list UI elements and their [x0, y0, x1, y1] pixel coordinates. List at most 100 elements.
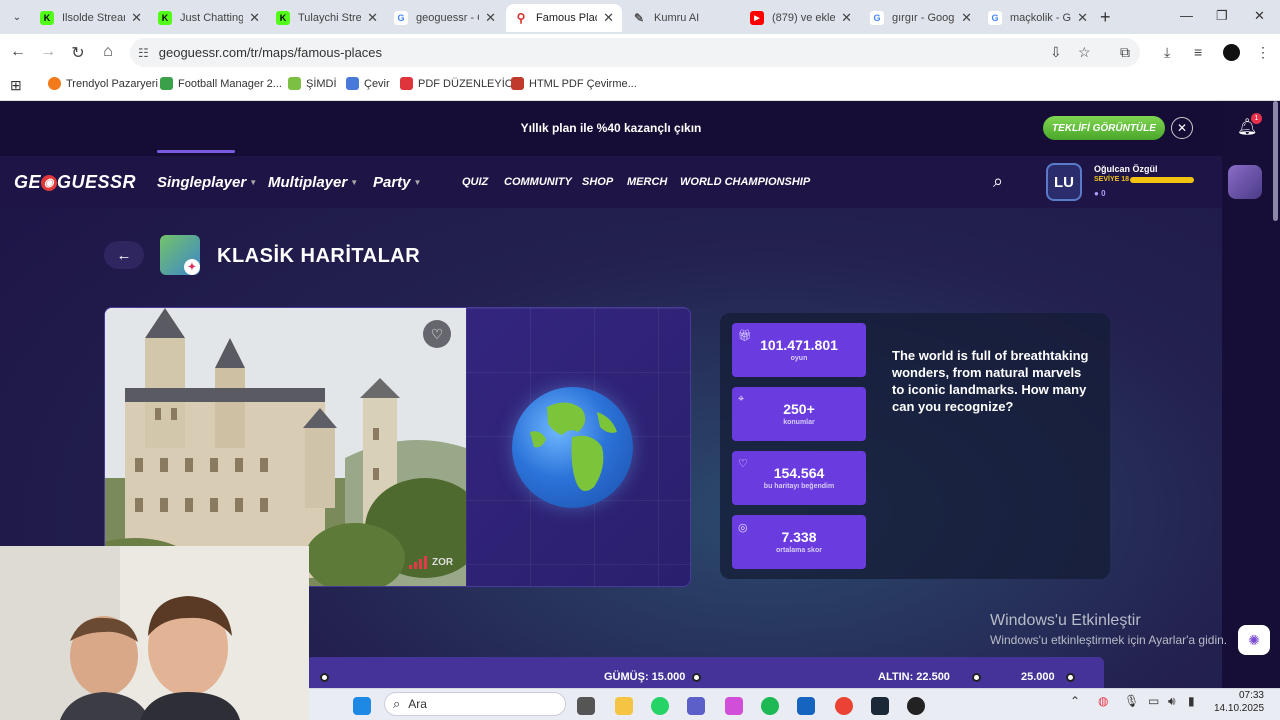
tab-famous-places[interactable]: ⚲ Famous Places✕	[506, 4, 622, 32]
close-tab-icon[interactable]: ✕	[841, 10, 852, 26]
promo-banner: Yıllık plan ile %40 kazançlı çıkın TEKLİ…	[0, 101, 1222, 156]
spotify-icon[interactable]	[761, 697, 779, 715]
simdi-icon	[288, 77, 301, 90]
profile-avatar[interactable]	[1223, 44, 1240, 61]
tab-kumru-ai[interactable]: ✎ Kumru AI	[624, 4, 742, 32]
back-arrow-icon[interactable]: ←	[8, 43, 28, 61]
bookmark-pdf-duzenleyici[interactable]: PDF DÜZENLEYİCİ	[400, 77, 516, 90]
tray-chevron-icon[interactable]: ⌃	[1070, 694, 1080, 708]
tab-tulaychi[interactable]: K Tulaychi Stream✕	[268, 4, 386, 32]
active-nav-underline	[157, 150, 235, 153]
difficulty-bars-icon	[409, 556, 427, 569]
install-app-icon[interactable]: ⇩	[1050, 44, 1062, 61]
network-icon[interactable]: ▭	[1148, 694, 1159, 708]
address-bar[interactable]: ☷ geoguessr.com/tr/maps/famous-places	[130, 38, 1140, 67]
webcam-people-illustration	[0, 546, 309, 720]
url-text: geoguessr.com/tr/maps/famous-places	[158, 45, 383, 60]
steam-icon[interactable]	[871, 697, 889, 715]
file-explorer-icon[interactable]	[615, 697, 633, 715]
tab-ilsolde[interactable]: K Ilsolde Stream✕	[32, 4, 150, 32]
page-scrollbar[interactable]	[1273, 101, 1278, 221]
tab-just-chatting[interactable]: K Just Chatting ✕	[150, 4, 268, 32]
close-tab-icon[interactable]: ✕	[1077, 10, 1088, 26]
apps-grid-icon[interactable]: ⊞	[10, 77, 22, 94]
webcam-overlay	[0, 546, 309, 720]
browser-menu-icon[interactable]: ⋮	[1256, 44, 1270, 61]
reload-icon[interactable]: ↻	[68, 43, 88, 63]
nav-multiplayer[interactable]: Multiplayer ▼	[268, 174, 358, 191]
nav-community[interactable]: COMMUNITY	[504, 176, 572, 188]
close-window-icon[interactable]: ✕	[1254, 8, 1265, 24]
windows-start-icon[interactable]	[353, 697, 371, 715]
home-icon[interactable]: ⌂	[98, 43, 118, 61]
app-icon[interactable]	[907, 697, 925, 715]
progress-marker	[972, 673, 981, 682]
nav-party[interactable]: Party ▼	[373, 174, 421, 191]
bookmark-trendyol[interactable]: Trendyol Pazaryeri	[48, 77, 158, 90]
user-name[interactable]: Oğulcan Özgül	[1094, 164, 1158, 174]
youtube-icon: ▶	[750, 11, 764, 25]
media-control-icon[interactable]: ≡	[1194, 44, 1202, 60]
new-tab-button[interactable]: +	[1100, 8, 1111, 26]
store-icon[interactable]	[797, 697, 815, 715]
close-promo-icon[interactable]: ✕	[1171, 117, 1193, 139]
nav-merch[interactable]: MERCH	[627, 176, 667, 188]
nav-singleplayer[interactable]: Singleplayer ▼	[157, 174, 257, 191]
tab-search-menu[interactable]: ⌄	[6, 7, 28, 27]
bookmark-html-pdf[interactable]: HTML PDF Çevirme...	[511, 77, 637, 90]
microphone-icon[interactable]: 🎙︎	[1124, 694, 1139, 708]
close-tab-icon[interactable]: ✕	[603, 10, 614, 26]
close-tab-icon[interactable]: ✕	[961, 10, 972, 26]
minimize-icon[interactable]: —	[1180, 8, 1193, 23]
reward-silver: GÜMÜŞ: 15.000	[604, 671, 686, 683]
close-tab-icon[interactable]: ✕	[249, 10, 260, 26]
restore-icon[interactable]: ❐	[1216, 8, 1228, 24]
copilot-icon[interactable]	[725, 697, 743, 715]
close-tab-icon[interactable]: ✕	[485, 10, 496, 26]
task-view-icon[interactable]	[577, 697, 595, 715]
close-tab-icon[interactable]: ✕	[367, 10, 378, 26]
back-button[interactable]: ←	[104, 241, 144, 269]
user-avatar[interactable]: LU	[1046, 163, 1082, 201]
browser-tab-strip: ⌄ K Ilsolde Stream✕ K Just Chatting✕ K T…	[0, 0, 1280, 34]
volume-icon[interactable]: 🔊︎	[1168, 694, 1176, 709]
chrome-icon[interactable]	[835, 697, 853, 715]
forward-arrow-icon[interactable]: →	[38, 43, 58, 61]
download-icon[interactable]: ⤓	[1164, 44, 1170, 61]
nav-world-championship[interactable]: WORLD CHAMPIONSHIP	[680, 176, 810, 188]
tab-mackolik-google[interactable]: G maçkolik - Google✕	[980, 4, 1096, 32]
search-icon[interactable]: ⌕	[993, 171, 1003, 192]
battery-icon[interactable]: ▮	[1188, 694, 1195, 708]
chevron-down-icon: ▼	[350, 178, 359, 187]
teams-icon[interactable]	[687, 697, 705, 715]
trendyol-icon	[48, 77, 61, 90]
site-info-icon[interactable]: ☷	[138, 46, 149, 60]
progress-marker	[692, 673, 701, 682]
tray-app-icon[interactable]: ◍	[1098, 694, 1108, 708]
xp-progress-bar	[1130, 177, 1194, 183]
geoguessr-logo[interactable]: GE ◉ GUESSR	[14, 172, 136, 193]
geoguessr-pin-icon: ⚲	[514, 11, 528, 25]
bookmark-football-manager[interactable]: Football Manager 2...	[160, 77, 282, 90]
windows-activate-subtitle: Windows'u etkinleştirmek için Ayarlar'a …	[990, 633, 1228, 647]
favorite-heart-icon[interactable]: ♡	[423, 320, 451, 348]
tab-youtube[interactable]: ▶ (879) ve ekleme✕	[742, 4, 860, 32]
ai-assistant-icon[interactable]: ✺	[1238, 625, 1270, 655]
bookmark-star-icon[interactable]: ☆	[1078, 44, 1091, 61]
taskbar-search[interactable]: ⌕ Ara	[384, 692, 566, 716]
bookmarks-bar: ⊞ Trendyol Pazaryeri Football Manager 2.…	[0, 71, 1280, 101]
whatsapp-icon[interactable]	[651, 697, 669, 715]
map-pin-icon: ✦	[184, 259, 200, 275]
tab-geoguessr-google[interactable]: G geoguessr - Google✕	[386, 4, 504, 32]
friend-avatar[interactable]	[1228, 165, 1262, 199]
difficulty-label: ZOR	[432, 557, 454, 568]
view-offer-button[interactable]: TEKLİFİ GÖRÜNTÜLE	[1043, 116, 1165, 140]
extensions-icon[interactable]: ⧉	[1120, 44, 1130, 61]
tab-girgir-google[interactable]: G gırgır - Google✕	[862, 4, 980, 32]
bookmark-cevir[interactable]: Çevir	[346, 77, 390, 90]
bookmark-simdi[interactable]: ŞİMDİ	[288, 77, 337, 90]
close-tab-icon[interactable]: ✕	[131, 10, 142, 26]
nav-shop[interactable]: SHOP	[582, 176, 613, 188]
system-clock[interactable]: 07:33 14.10.2025	[1214, 689, 1264, 715]
nav-quiz[interactable]: QUIZ	[462, 176, 488, 188]
